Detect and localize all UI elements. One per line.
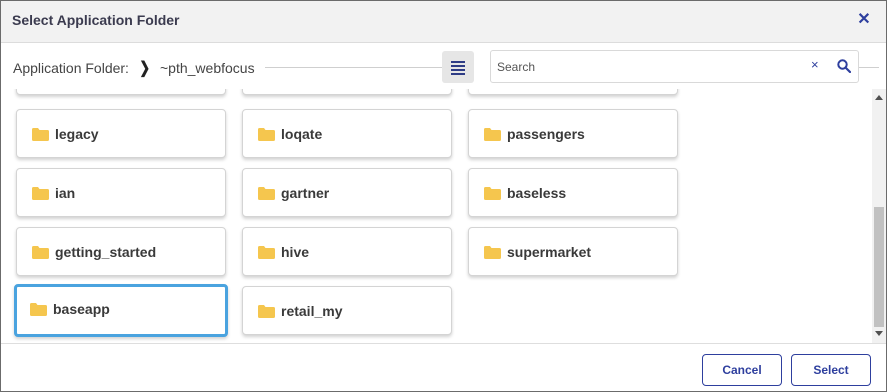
dialog-title: Select Application Folder (12, 12, 180, 28)
folder-tile[interactable]: baseless (468, 168, 678, 217)
path-label: Application Folder: (13, 60, 129, 76)
folder-grid: legacy loqate passengers ian gartner baseless… (1, 89, 872, 343)
folder-name: retail_my (281, 303, 343, 319)
folder-icon (258, 246, 275, 259)
folder-tile[interactable]: loqate (242, 109, 452, 158)
folder-name: supermarket (507, 244, 592, 260)
folder-name: baseapp (53, 301, 110, 317)
folder-name: baseless (507, 185, 567, 201)
folder-icon (258, 305, 275, 318)
search-icon[interactable] (837, 59, 851, 73)
list-view-button[interactable] (442, 51, 474, 83)
scroll-up-arrow-icon[interactable] (875, 95, 883, 100)
folder-tile[interactable]: ian (16, 168, 226, 217)
folder-icon (258, 128, 275, 141)
dialog-titlebar: Select Application Folder ✕ (1, 1, 886, 43)
dialog-footer: Cancel Select (1, 343, 886, 391)
folder-name: hive (281, 244, 310, 260)
folder-name: passengers (507, 126, 585, 142)
cancel-button[interactable]: Cancel (702, 354, 782, 386)
folder-tile[interactable]: hive (242, 227, 452, 276)
folder-name: gartner (281, 185, 330, 201)
folder-icon (258, 187, 275, 200)
folder-icon (484, 187, 501, 200)
path-value[interactable]: ~pth_webfocus (160, 60, 255, 76)
folder-icon (484, 246, 501, 259)
folder-name: legacy (55, 126, 99, 142)
search-clear-icon[interactable]: × (811, 57, 819, 72)
folder-tile[interactable]: gartner (242, 168, 452, 217)
folder-tile[interactable]: getting_started (16, 227, 226, 276)
folder-tile[interactable]: retail_my (242, 286, 452, 335)
search-input[interactable] (497, 57, 797, 77)
folder-tile[interactable]: baseapp (14, 284, 228, 337)
folder-icon (484, 128, 501, 141)
folder-tile[interactable] (468, 89, 678, 95)
chevron-right-icon: ❯ (139, 60, 151, 77)
folder-icon (32, 246, 49, 259)
folder-tile[interactable]: passengers (468, 109, 678, 158)
search-box: × (490, 50, 859, 83)
folder-icon (32, 128, 49, 141)
search-divider (859, 67, 879, 68)
path-bar: Application Folder: ❯ ~pth_webfocus × (1, 44, 886, 89)
close-icon[interactable]: ✕ (856, 11, 872, 29)
folder-tile[interactable]: supermarket (468, 227, 678, 276)
folder-name: ian (55, 185, 76, 201)
folder-name: loqate (281, 126, 323, 142)
folder-name: getting_started (55, 244, 157, 260)
folder-icon (32, 187, 49, 200)
folder-tile[interactable] (242, 89, 452, 95)
scroll-down-arrow-icon[interactable] (875, 331, 883, 336)
select-button[interactable]: Select (791, 354, 871, 386)
folder-icon (30, 303, 47, 316)
vertical-scrollbar[interactable] (872, 89, 886, 343)
scroll-thumb[interactable] (874, 207, 884, 327)
folder-tile[interactable]: legacy (16, 109, 226, 158)
path-divider (265, 67, 443, 68)
folder-tile[interactable] (16, 89, 226, 95)
select-application-folder-dialog: Select Application Folder ✕ Application … (0, 0, 887, 392)
